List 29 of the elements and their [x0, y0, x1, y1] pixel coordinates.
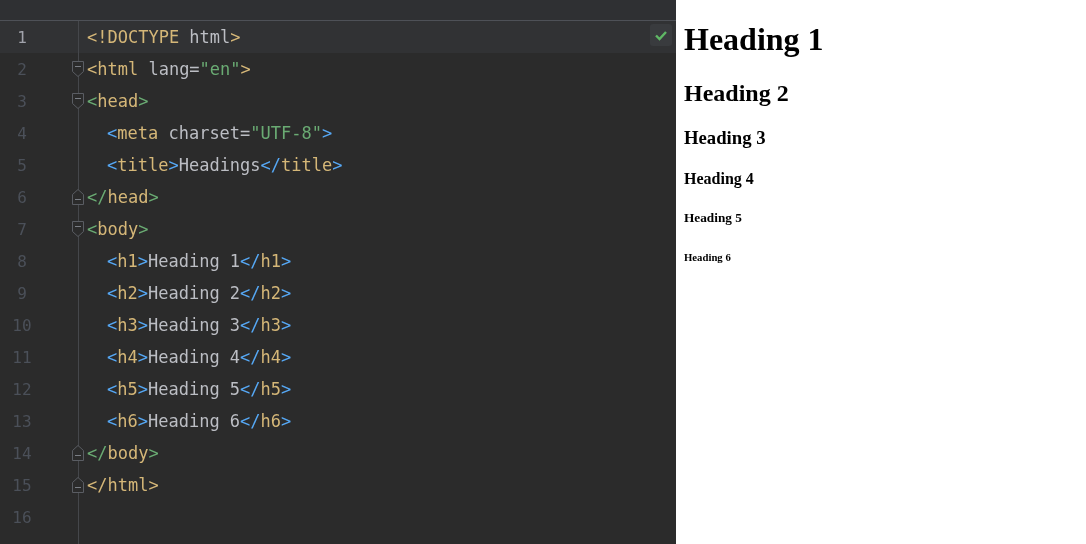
code-line: <h1>Heading 1</h1>	[107, 251, 292, 271]
code-line: <meta charset="UTF-8">	[107, 123, 333, 143]
code-line: <html lang="en">	[87, 59, 251, 79]
check-icon[interactable]	[650, 24, 672, 46]
heading: Heading 6	[684, 251, 731, 264]
line-number: 1	[16, 27, 28, 47]
fold-icon[interactable]	[71, 188, 85, 206]
fold-icon[interactable]	[71, 92, 85, 110]
fold-icon[interactable]	[71, 60, 85, 78]
code-line: <h2>Heading 2</h2>	[107, 283, 292, 303]
code-line: <h6>Heading 6</h6>	[107, 411, 292, 431]
code-line: <!DOCTYPE html>	[87, 27, 241, 47]
code-line: <h5>Heading 5</h5>	[107, 379, 292, 399]
heading: Heading 5	[684, 210, 742, 227]
code-line: <body>	[87, 219, 149, 239]
code-line: </head>	[87, 187, 159, 207]
code-line: <h4>Heading 4</h4>	[107, 347, 292, 367]
heading: Heading 3	[684, 126, 766, 149]
heading: Heading 2	[684, 79, 789, 107]
fold-icon[interactable]	[71, 220, 85, 238]
heading: Heading 4	[684, 170, 754, 189]
fold-icon[interactable]	[71, 476, 85, 494]
code-line: <title>Headings</title>	[107, 155, 343, 175]
code-line: <head>	[87, 91, 149, 111]
code-line: </body>	[87, 443, 159, 463]
fold-icon[interactable]	[71, 444, 85, 462]
code-line: <h3>Heading 3</h3>	[107, 315, 292, 335]
heading: Heading 1	[684, 21, 824, 59]
code-line: </html>	[87, 475, 159, 495]
